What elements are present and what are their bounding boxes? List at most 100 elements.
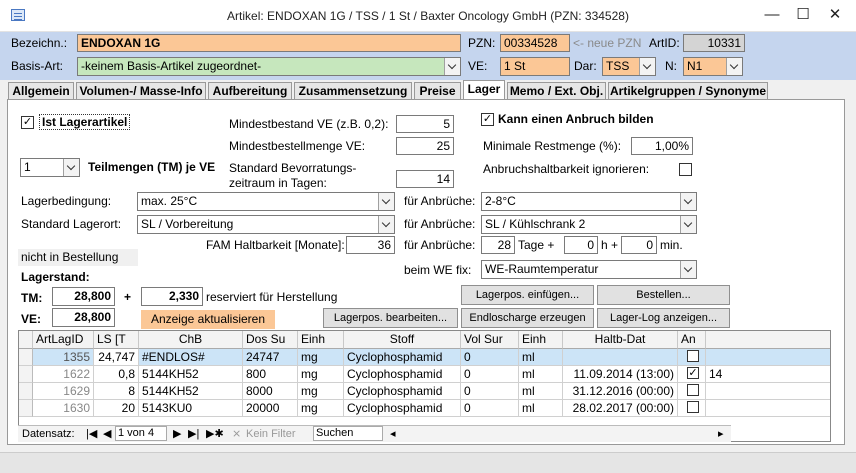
- search-input[interactable]: Suchen: [313, 426, 383, 441]
- cell-artlagid[interactable]: 1629: [33, 383, 94, 400]
- cell-an[interactable]: [678, 349, 706, 366]
- anbruch-row-checkbox[interactable]: [687, 350, 699, 362]
- anbruch-row-checkbox[interactable]: [687, 401, 699, 413]
- mindestbestellmenge-field[interactable]: 25: [396, 137, 454, 155]
- cell-einh[interactable]: mg: [298, 383, 344, 400]
- anbruch-tage-field[interactable]: 28: [481, 236, 515, 254]
- cell-an[interactable]: [678, 383, 706, 400]
- cell-chb[interactable]: 5143KU0: [139, 400, 243, 417]
- row-selector[interactable]: [19, 400, 33, 417]
- cell-ls[interactable]: 24,747: [94, 349, 139, 366]
- cell-einh2[interactable]: ml: [519, 349, 563, 366]
- tab-volumen-masse[interactable]: Volumen-/ Masse-Info: [76, 82, 206, 99]
- minimize-button[interactable]: —: [757, 4, 787, 26]
- scroll-left-icon[interactable]: ◂: [390, 426, 396, 442]
- cell-vol[interactable]: 0: [461, 349, 519, 366]
- tab-aufbereitung[interactable]: Aufbereitung: [208, 82, 292, 99]
- basisart-dropdown[interactable]: -keinem Basis-Artikel zugeordnet-: [77, 57, 461, 76]
- cell-einh2[interactable]: ml: [519, 400, 563, 417]
- chevron-down-icon[interactable]: [680, 261, 696, 278]
- cell-haltb[interactable]: 11.09.2014 (13:00): [563, 366, 678, 383]
- lagerort-dropdown[interactable]: SL / Vorbereitung: [137, 215, 395, 234]
- chevron-down-icon[interactable]: [680, 216, 696, 233]
- anbruchshaltbarkeit-checkbox[interactable]: [679, 163, 692, 176]
- pzn-field[interactable]: 00334528: [500, 34, 570, 52]
- cell-artlagid[interactable]: 1355: [33, 349, 94, 366]
- mindestbestand-field[interactable]: 5: [396, 115, 454, 133]
- anbruch-minuten-field[interactable]: 0: [621, 236, 657, 254]
- bevorratung-field[interactable]: 14: [396, 170, 454, 188]
- chevron-down-icon[interactable]: [378, 216, 394, 233]
- ve-field[interactable]: 1 St: [500, 57, 570, 76]
- anbruch-checkbox[interactable]: ✓: [481, 113, 494, 126]
- cell-dos[interactable]: 8000: [243, 383, 298, 400]
- ist-lagerartikel-checkbox[interactable]: ✓: [21, 116, 34, 129]
- cell-ls[interactable]: 0,8: [94, 366, 139, 383]
- cell-extra[interactable]: 14: [706, 366, 830, 383]
- cell-einh2[interactable]: ml: [519, 366, 563, 383]
- anbruch-lagerort-dropdown[interactable]: SL / Kühlschrank 2: [481, 215, 697, 234]
- restmenge-field[interactable]: 1,00%: [631, 137, 693, 155]
- lager-log-button[interactable]: Lager-Log anzeigen...: [597, 308, 730, 328]
- we-fix-dropdown[interactable]: WE-Raumtemperatur: [481, 260, 697, 279]
- cell-chb[interactable]: #ENDLOS#: [139, 349, 243, 366]
- lagerbedingung-dropdown[interactable]: max. 25°C: [137, 192, 395, 211]
- cell-extra[interactable]: [706, 349, 830, 366]
- normgroesse-dropdown[interactable]: N1: [683, 57, 743, 76]
- filter-icon[interactable]: ⨯: [232, 426, 241, 442]
- bezeichnung-field[interactable]: ENDOXAN 1G: [77, 34, 461, 52]
- column-header-einh[interactable]: Einh: [298, 331, 344, 349]
- horizontal-scrollbar-track[interactable]: [404, 432, 714, 436]
- cell-an[interactable]: [678, 400, 706, 417]
- cell-dos[interactable]: 24747: [243, 349, 298, 366]
- teilmengen-dropdown[interactable]: 1: [20, 158, 80, 177]
- column-header-stoff[interactable]: Stoff: [344, 331, 461, 349]
- darreichung-dropdown[interactable]: TSS: [602, 57, 656, 76]
- cell-chb[interactable]: 5144KH52: [139, 366, 243, 383]
- cell-artlagid[interactable]: 1622: [33, 366, 94, 383]
- cell-stoff[interactable]: Cyclophosphamid: [344, 349, 461, 366]
- cell-stoff[interactable]: Cyclophosphamid: [344, 366, 461, 383]
- tab-lager[interactable]: Lager: [463, 80, 505, 100]
- tab-zusammensetzung[interactable]: Zusammensetzung: [294, 82, 412, 99]
- column-header-haltb[interactable]: Haltb-Dat: [563, 331, 678, 349]
- row-selector[interactable]: [19, 349, 33, 366]
- cell-ls[interactable]: 20: [94, 400, 139, 417]
- cell-vol[interactable]: 0: [461, 400, 519, 417]
- first-record-button[interactable]: |◀: [86, 426, 97, 442]
- fam-haltbarkeit-field[interactable]: 36: [346, 236, 395, 254]
- chevron-down-icon[interactable]: [639, 58, 655, 75]
- new-record-button[interactable]: ▶✱: [206, 426, 224, 442]
- chevron-down-icon[interactable]: [444, 58, 460, 75]
- cell-dos[interactable]: 800: [243, 366, 298, 383]
- endloscharge-button[interactable]: Endloscharge erzeugen: [461, 308, 594, 328]
- cell-einh[interactable]: mg: [298, 349, 344, 366]
- cell-haltb[interactable]: 31.12.2016 (00:00): [563, 383, 678, 400]
- lagerpos-einfuegen-button[interactable]: Lagerpos. einfügen...: [461, 285, 594, 305]
- column-header-dos[interactable]: Dos Su: [243, 331, 298, 349]
- column-header-artlagid[interactable]: ArtLagID: [33, 331, 94, 349]
- row-selector[interactable]: [19, 383, 33, 400]
- cell-stoff[interactable]: Cyclophosphamid: [344, 400, 461, 417]
- cell-extra[interactable]: [706, 400, 830, 417]
- anbruch-stunden-field[interactable]: 0: [564, 236, 598, 254]
- tab-allgemein[interactable]: Allgemein: [8, 82, 74, 99]
- cell-einh[interactable]: mg: [298, 366, 344, 383]
- column-header-an[interactable]: An: [678, 331, 706, 349]
- last-record-button[interactable]: ▶|: [188, 426, 199, 442]
- tab-artikelgruppen[interactable]: Artikelgruppen / Synonyme: [608, 82, 768, 99]
- bestellen-button[interactable]: Bestellen...: [597, 285, 730, 305]
- chevron-down-icon[interactable]: [378, 193, 394, 210]
- cell-chb[interactable]: 5144KH52: [139, 383, 243, 400]
- close-button[interactable]: ✕: [820, 4, 850, 26]
- next-record-button[interactable]: ▶: [173, 426, 181, 442]
- column-header-vol[interactable]: Vol Sur: [461, 331, 519, 349]
- column-header-ls[interactable]: LS [T: [94, 331, 139, 349]
- column-header-einh2[interactable]: Einh: [519, 331, 563, 349]
- anbruch-row-checkbox[interactable]: ✓: [687, 367, 699, 379]
- anbruch-row-checkbox[interactable]: [687, 384, 699, 396]
- kein-filter-button[interactable]: Kein Filter: [246, 426, 296, 442]
- scroll-right-icon[interactable]: ▸: [718, 426, 724, 442]
- prev-record-button[interactable]: ◀: [103, 426, 111, 442]
- lagerpos-bearbeiten-button[interactable]: Lagerpos. bearbeiten...: [323, 308, 458, 328]
